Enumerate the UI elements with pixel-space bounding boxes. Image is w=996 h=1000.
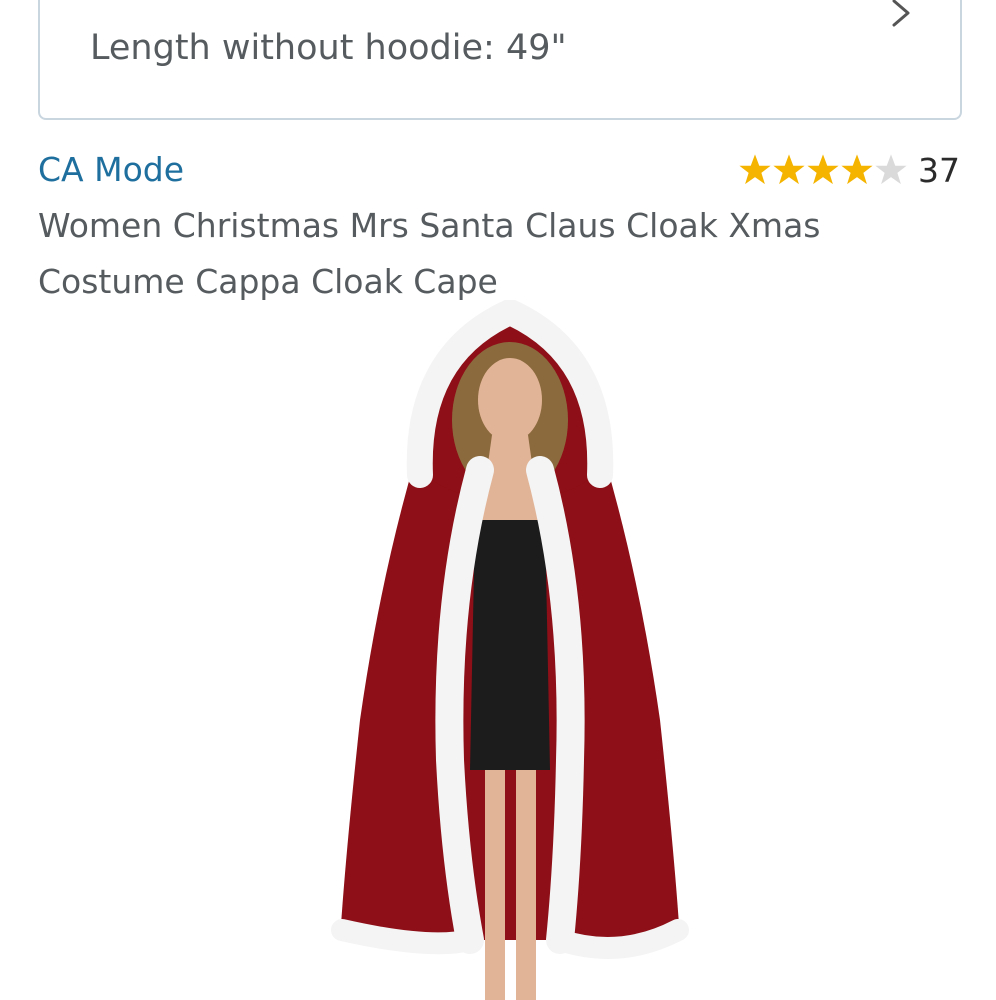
star-icon xyxy=(841,154,873,185)
star-icon xyxy=(739,154,771,185)
brand-link[interactable]: CA Mode xyxy=(38,150,184,189)
product-listing-page: Length without hoodie: 49" CA Mode 37 Wo… xyxy=(0,0,996,1000)
spec-text: Length without hoodie: 49" xyxy=(90,28,567,68)
spec-card[interactable]: Length without hoodie: 49" xyxy=(38,0,962,120)
product-image[interactable] xyxy=(320,300,700,1000)
chevron-right-icon[interactable] xyxy=(886,0,916,28)
star-rating xyxy=(738,153,908,187)
star-icon xyxy=(875,154,907,185)
star-icon xyxy=(773,154,805,185)
rating-count: 37 xyxy=(918,150,960,190)
star-icon xyxy=(807,154,839,185)
rating[interactable]: 37 xyxy=(738,150,960,190)
product-title[interactable]: Women Christmas Mrs Santa Claus Cloak Xm… xyxy=(38,198,968,310)
